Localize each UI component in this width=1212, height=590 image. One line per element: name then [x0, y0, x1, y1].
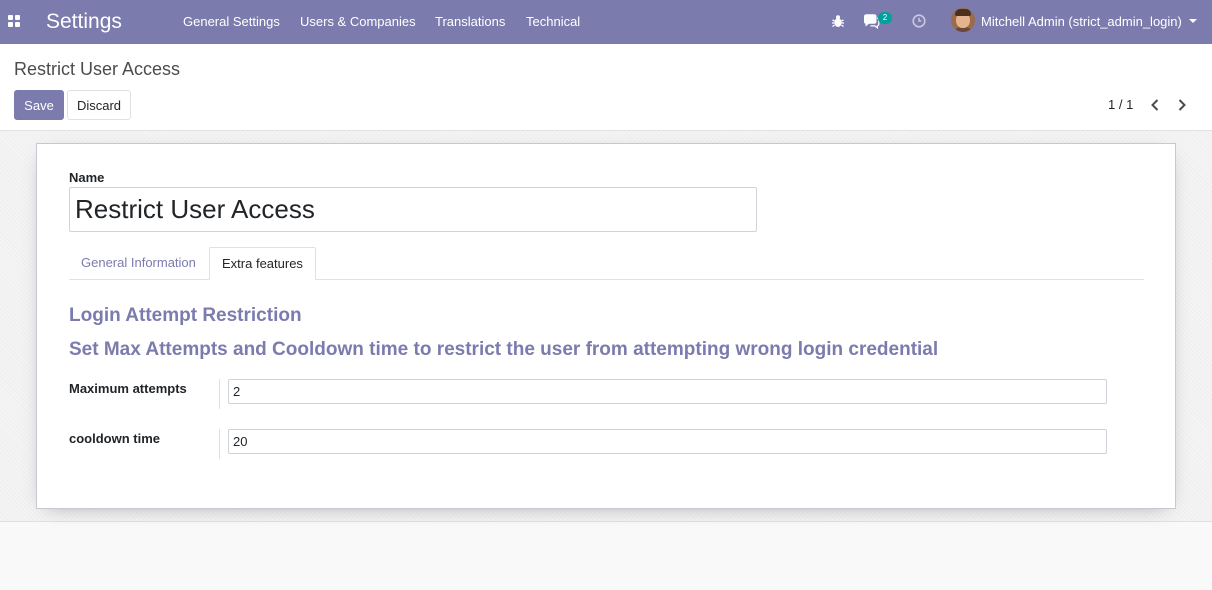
top-navbar: Settings General Settings Users & Compan…: [0, 0, 1212, 44]
menu-general-settings[interactable]: General Settings: [183, 14, 280, 30]
messages-count-badge: 2: [878, 12, 892, 24]
tab-extra-features[interactable]: Extra features: [209, 247, 316, 280]
menu-translations[interactable]: Translations: [435, 14, 505, 30]
name-label: Name: [69, 170, 105, 185]
field-separator: [219, 379, 220, 409]
save-button[interactable]: Save: [14, 90, 64, 120]
maximum-attempts-input[interactable]: [228, 379, 1107, 404]
clock-icon[interactable]: [910, 12, 928, 30]
menu-users-companies[interactable]: Users & Companies: [300, 14, 416, 30]
breadcrumb: Restrict User Access: [14, 59, 181, 79]
maximum-attempts-label: Maximum attempts: [69, 381, 187, 396]
user-menu-name[interactable]: Mitchell Admin (strict_admin_login): [981, 14, 1182, 30]
pager-previous-icon[interactable]: [1148, 97, 1162, 113]
apps-grid-icon[interactable]: [8, 15, 21, 28]
pager-value[interactable]: 1 / 1: [1108, 97, 1133, 113]
tab-general-information[interactable]: General Information: [69, 247, 208, 280]
cooldown-time-label: cooldown time: [69, 431, 160, 446]
app-title[interactable]: Settings: [46, 9, 122, 35]
bug-icon[interactable]: [829, 12, 847, 30]
page-footer-area: [0, 523, 1212, 590]
section-title: Login Attempt Restriction: [69, 305, 302, 326]
section-subtitle: Set Max Attempts and Cooldown time to re…: [69, 339, 939, 360]
chat-icon[interactable]: [862, 12, 880, 30]
form-sheet: Name General Information Extra features …: [36, 143, 1176, 509]
control-panel: Restrict User Access Save Discard 1 / 1: [0, 44, 1212, 131]
user-avatar[interactable]: [951, 8, 975, 32]
name-input[interactable]: [69, 187, 757, 232]
caret-down-icon[interactable]: [1189, 19, 1197, 23]
discard-button[interactable]: Discard: [67, 90, 131, 120]
pager-next-icon[interactable]: [1175, 97, 1189, 113]
field-separator: [219, 429, 220, 459]
menu-technical[interactable]: Technical: [526, 14, 580, 30]
cooldown-time-input[interactable]: [228, 429, 1107, 454]
form-tabs: General Information Extra features: [69, 247, 1144, 280]
